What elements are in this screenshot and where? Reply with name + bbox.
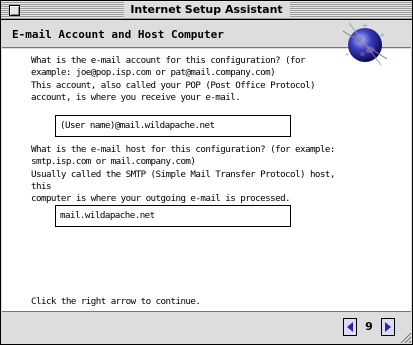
grow-box-icon[interactable] <box>397 330 412 344</box>
next-page-button[interactable] <box>381 318 395 336</box>
left-arrow-icon <box>347 322 353 332</box>
close-box-icon[interactable] <box>9 5 20 16</box>
previous-page-button[interactable] <box>343 318 357 336</box>
right-arrow-icon <box>385 322 391 332</box>
window-title: Internet Setup Assistant <box>123 2 290 18</box>
account-question-text: What is the e-mail account for this conf… <box>31 55 315 103</box>
page-number: 9 <box>365 320 373 333</box>
globe-icon <box>342 22 388 66</box>
page-title: E-mail Account and Host Computer <box>12 28 224 41</box>
email-account-field[interactable]: (User name)@mail.wildapache.net <box>55 115 291 137</box>
content-area: What is the e-mail account for this conf… <box>2 49 411 312</box>
host-question-text: What is the e-mail host for this configu… <box>31 144 335 205</box>
email-host-field[interactable]: mail.wildapache.net <box>55 205 291 227</box>
setup-assistant-window: Internet Setup Assistant E-mail Account … <box>0 0 413 345</box>
page-navigation: 9 <box>343 318 395 336</box>
title-bar[interactable]: Internet Setup Assistant <box>1 1 412 20</box>
bottom-bar: 9 <box>2 313 411 344</box>
continue-instruction: Click the right arrow to continue. <box>31 296 201 307</box>
